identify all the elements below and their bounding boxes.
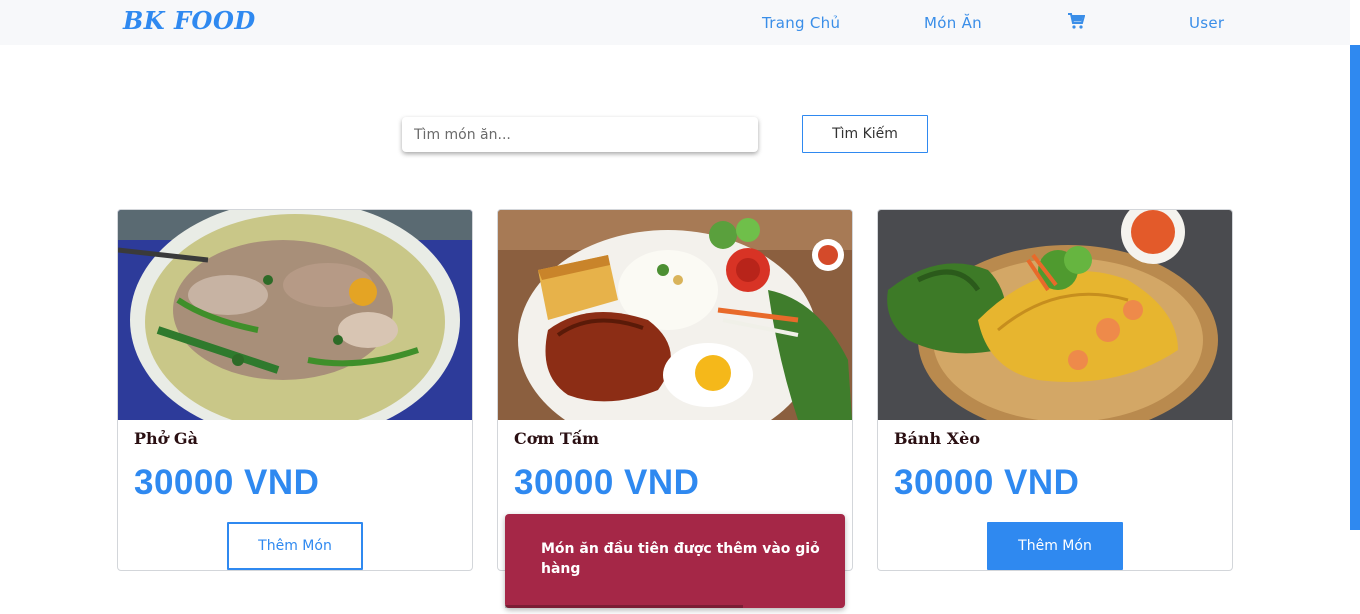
toast-progress-bar bbox=[505, 605, 743, 608]
food-price: 30000 VND bbox=[134, 463, 320, 502]
brand-logo[interactable]: BK FOOD bbox=[123, 6, 256, 35]
nav-home-link[interactable]: Trang Chủ bbox=[762, 14, 840, 32]
food-name: Bánh Xèo bbox=[894, 429, 980, 448]
add-to-cart-button[interactable]: Thêm Món bbox=[227, 522, 363, 570]
search-button[interactable]: Tìm Kiếm bbox=[802, 115, 928, 153]
cart-icon[interactable] bbox=[1067, 12, 1086, 30]
page: BK FOOD Trang Chủ Món Ăn User Tìm Kiếm bbox=[0, 0, 1360, 614]
scrollbar-thumb[interactable] bbox=[1350, 45, 1360, 530]
food-price: 30000 VND bbox=[894, 463, 1080, 502]
navbar: BK FOOD Trang Chủ Món Ăn User bbox=[0, 0, 1350, 45]
toast-message: Món ăn đầu tiên được thêm vào giỏ hàng bbox=[541, 541, 820, 577]
food-card-pho-ga: Phở Gà 30000 VND Thêm Món bbox=[117, 209, 473, 571]
food-image-pho-ga bbox=[118, 210, 472, 420]
nav-food-link[interactable]: Món Ăn bbox=[924, 14, 982, 32]
cart-icon-graphic bbox=[1068, 13, 1086, 29]
food-image-com-tam bbox=[498, 210, 852, 420]
search-input[interactable] bbox=[402, 117, 758, 152]
add-to-cart-button[interactable]: Thêm Món bbox=[987, 522, 1123, 570]
toast-notification[interactable]: Món ăn đầu tiên được thêm vào giỏ hàng bbox=[505, 514, 845, 608]
food-name: Cơm Tấm bbox=[514, 429, 600, 448]
food-price: 30000 VND bbox=[514, 463, 700, 502]
food-image-banh-xeo bbox=[878, 210, 1232, 420]
nav-user-link[interactable]: User bbox=[1189, 14, 1224, 32]
food-name: Phở Gà bbox=[134, 429, 198, 448]
food-card-banh-xeo: Bánh Xèo 30000 VND Thêm Món bbox=[877, 209, 1233, 571]
